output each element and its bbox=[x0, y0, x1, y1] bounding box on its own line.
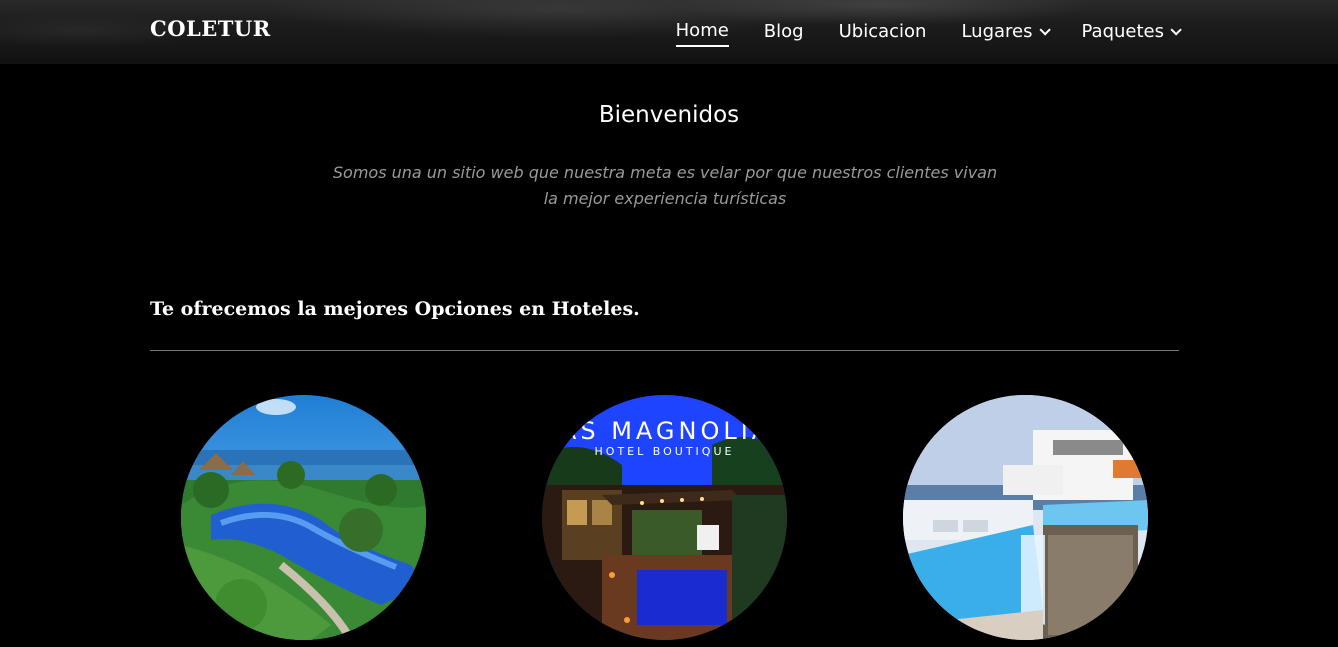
nav-link-home[interactable]: Home bbox=[675, 20, 729, 47]
nav-link-ubicacion[interactable]: Ubicacion bbox=[839, 20, 927, 47]
hotel-logo-text: LAS MAGNOLIAS bbox=[542, 417, 787, 445]
hotel-image-resort[interactable] bbox=[181, 395, 426, 640]
navbar: COLETUR Home Blog Ubicacion Lugares Paqu… bbox=[0, 0, 1338, 64]
chevron-down-icon bbox=[1038, 23, 1051, 36]
nav-link-lugares[interactable]: Lugares bbox=[961, 20, 1051, 47]
section-divider bbox=[150, 350, 1179, 351]
oceanfront-infinity-pool-photo bbox=[903, 395, 1148, 640]
welcome-text: Somos una un sitio web que nuestra meta … bbox=[332, 163, 998, 208]
hotels-section-title: Te ofrecemos la mejores Opciones en Hote… bbox=[150, 298, 640, 320]
nav-link-blog[interactable]: Blog bbox=[764, 20, 804, 47]
nav-link-label: Home bbox=[675, 20, 729, 41]
nav-menu: Home Blog Ubicacion Lugares Paquetes bbox=[675, 20, 1182, 47]
hotel-image-oceanfront[interactable] bbox=[903, 395, 1148, 640]
hotel-logo-subtext: HOTEL BOUTIQUE bbox=[594, 445, 735, 458]
nav-link-paquetes[interactable]: Paquetes bbox=[1081, 20, 1182, 47]
resort-pool-beach-photo bbox=[181, 395, 426, 640]
welcome-title: Bienvenidos bbox=[598, 102, 740, 128]
brand-logo[interactable]: COLETUR bbox=[150, 16, 271, 41]
nav-link-label: Lugares bbox=[961, 21, 1033, 42]
nav-link-label: Blog bbox=[763, 21, 804, 42]
nav-link-label: Paquetes bbox=[1081, 21, 1165, 42]
hotel-image-las-magnolias[interactable]: LAS MAGNOLIAS HOTEL BOUTIQUE bbox=[542, 395, 787, 640]
nav-link-label: Ubicacion bbox=[838, 21, 927, 42]
